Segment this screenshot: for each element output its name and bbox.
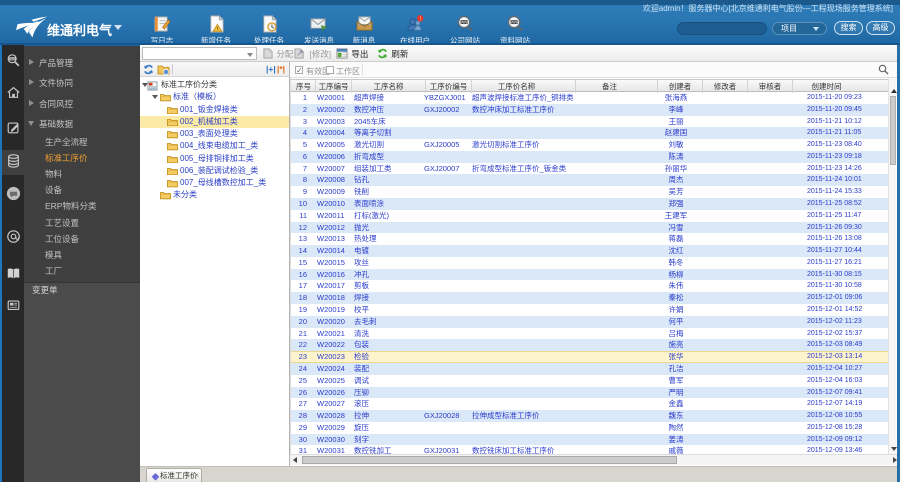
svg-text:!: ! bbox=[419, 16, 420, 22]
svg-text:GXJ: GXJ bbox=[10, 57, 16, 61]
svg-text:WWW: WWW bbox=[459, 20, 469, 24]
svg-text:WWW: WWW bbox=[509, 20, 519, 24]
